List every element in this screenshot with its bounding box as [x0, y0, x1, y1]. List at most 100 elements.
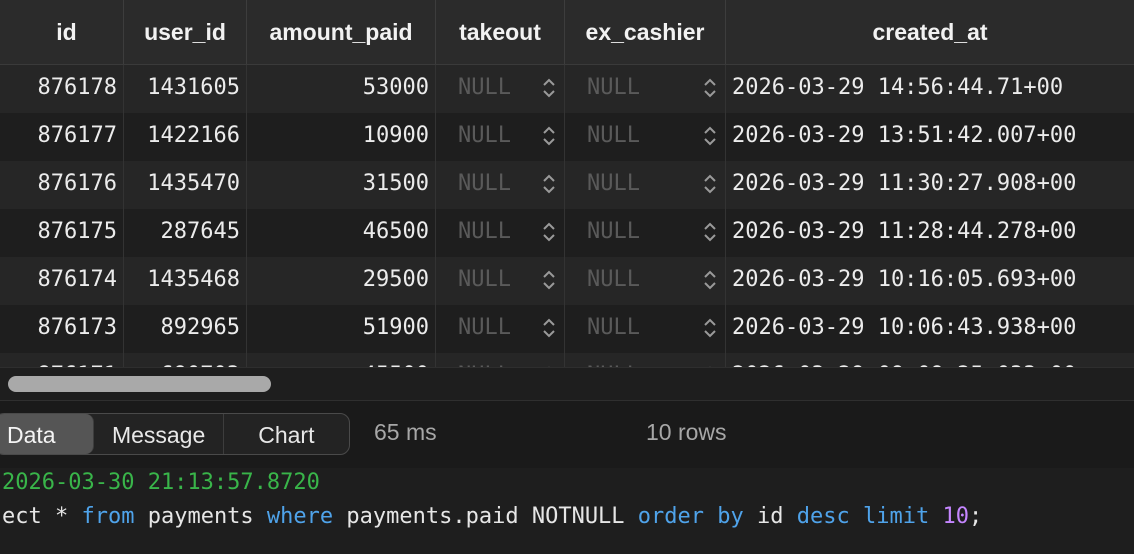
- updown-chevron-icon[interactable]: [542, 221, 556, 243]
- null-value: NULL: [587, 315, 640, 340]
- cell-ex-cashier[interactable]: NULL: [565, 209, 726, 257]
- sql-keyword: by: [717, 504, 744, 529]
- cell-ex-cashier[interactable]: NULL: [565, 257, 726, 305]
- result-toolbar: Data Message Chart: [0, 400, 1134, 470]
- null-value: NULL: [458, 267, 511, 292]
- updown-chevron-icon[interactable]: [542, 125, 556, 147]
- log-query: ect * from payments where payments.paid …: [2, 504, 982, 529]
- cell-user-id[interactable]: 287645: [124, 209, 247, 257]
- table-row[interactable]: 876177 1422166 10900 NULL NULL 2026-03-29 13:…: [0, 113, 1134, 161]
- cell-ex-cashier[interactable]: NULL: [565, 305, 726, 353]
- cell-id[interactable]: 876177: [0, 113, 124, 161]
- column-header-takeout[interactable]: takeout: [436, 0, 565, 64]
- cell-created-at[interactable]: 2026-03-29 10:16:05.693+00: [726, 257, 1134, 305]
- results-grid: id user_id amount_paid takeout ex_cashie…: [0, 0, 1134, 400]
- null-value: NULL: [458, 171, 511, 196]
- query-log: 2026-03-30 21:13:57.8720 ect * from paym…: [0, 468, 1134, 554]
- null-value: NULL: [458, 219, 511, 244]
- cell-user-id[interactable]: 892965: [124, 305, 247, 353]
- cell-id[interactable]: 876178: [0, 65, 124, 113]
- cell-created-at[interactable]: 2026-03-29 14:56:44.71+00: [726, 65, 1134, 113]
- updown-chevron-icon[interactable]: [703, 221, 717, 243]
- cell-ex-cashier[interactable]: NULL: [565, 65, 726, 113]
- cell-id[interactable]: 876175: [0, 209, 124, 257]
- horizontal-scrollbar[interactable]: [0, 367, 1134, 400]
- sql-text: ;: [968, 504, 983, 529]
- updown-chevron-icon[interactable]: [703, 317, 717, 339]
- cell-id[interactable]: 876176: [0, 161, 124, 209]
- cell-ex-cashier[interactable]: NULL: [565, 113, 726, 161]
- cell-amount-paid[interactable]: 53000: [247, 65, 436, 113]
- tab-chart[interactable]: Chart: [224, 414, 349, 454]
- cell-created-at[interactable]: 2026-03-29 10:06:43.938+00: [726, 305, 1134, 353]
- table-row[interactable]: 876178 1431605 53000 NULL NULL 2026-03-29 14:…: [0, 65, 1134, 113]
- column-header-user-id[interactable]: user_id: [124, 0, 247, 64]
- cell-user-id[interactable]: 1435468: [124, 257, 247, 305]
- updown-chevron-icon[interactable]: [542, 317, 556, 339]
- grid-header: id user_id amount_paid takeout ex_cashie…: [0, 0, 1134, 65]
- cell-user-id[interactable]: 1422166: [124, 113, 247, 161]
- tab-message[interactable]: Message: [94, 414, 224, 454]
- column-header-created-at[interactable]: created_at: [726, 0, 1134, 64]
- updown-chevron-icon[interactable]: [542, 173, 556, 195]
- cell-amount-paid[interactable]: 46500: [247, 209, 436, 257]
- sql-text: payments: [134, 504, 267, 529]
- sql-text: id: [743, 504, 797, 529]
- sql-text: payments.paid NOTNULL: [333, 504, 638, 529]
- table-row[interactable]: 876174 1435468 29500 NULL NULL 2026-03-29 10:…: [0, 257, 1134, 305]
- updown-chevron-icon[interactable]: [703, 125, 717, 147]
- sql-keyword: where: [266, 504, 334, 529]
- null-value: NULL: [587, 219, 640, 244]
- cell-id[interactable]: 876173: [0, 305, 124, 353]
- cell-created-at[interactable]: 2026-03-29 13:51:42.007+00: [726, 113, 1134, 161]
- cell-takeout[interactable]: NULL: [436, 305, 565, 353]
- null-value: NULL: [458, 315, 511, 340]
- row-count: 10 rows: [646, 419, 727, 445]
- column-header-ex-cashier[interactable]: ex_cashier: [565, 0, 726, 64]
- updown-chevron-icon[interactable]: [703, 269, 717, 291]
- query-duration: 65 ms: [374, 419, 437, 445]
- null-value: NULL: [587, 267, 640, 292]
- sql-keyword: order: [637, 504, 705, 529]
- sql-text: ect: [2, 504, 55, 529]
- cell-id[interactable]: 876174: [0, 257, 124, 305]
- cell-amount-paid[interactable]: 29500: [247, 257, 436, 305]
- cell-created-at[interactable]: 2026-03-29 11:28:44.278+00: [726, 209, 1134, 257]
- table-row[interactable]: 876176 1435470 31500 NULL NULL 2026-03-29 11:…: [0, 161, 1134, 209]
- cell-amount-paid[interactable]: 10900: [247, 113, 436, 161]
- sql-keyword: from: [81, 504, 135, 529]
- column-header-amount-paid[interactable]: amount_paid: [247, 0, 436, 64]
- table-row[interactable]: 876173 892965 51900 NULL NULL 2026-03-29 10:0…: [0, 305, 1134, 353]
- cell-created-at[interactable]: 2026-03-29 11:30:27.908+00: [726, 161, 1134, 209]
- null-value: NULL: [458, 123, 511, 148]
- cell-takeout[interactable]: NULL: [436, 209, 565, 257]
- updown-chevron-icon[interactable]: [703, 77, 717, 99]
- cell-takeout[interactable]: NULL: [436, 257, 565, 305]
- null-value: NULL: [587, 123, 640, 148]
- cell-takeout[interactable]: NULL: [436, 161, 565, 209]
- cell-amount-paid[interactable]: 51900: [247, 305, 436, 353]
- result-view-switcher: Data Message Chart: [0, 413, 350, 455]
- grid-body: 876178 1431605 53000 NULL NULL 2026-03-29 14:…: [0, 65, 1134, 400]
- column-header-id[interactable]: id: [0, 0, 124, 64]
- updown-chevron-icon[interactable]: [703, 173, 717, 195]
- cell-user-id[interactable]: 1435470: [124, 161, 247, 209]
- tab-data[interactable]: Data: [0, 414, 95, 454]
- null-value: NULL: [458, 75, 511, 100]
- cell-ex-cashier[interactable]: NULL: [565, 161, 726, 209]
- cell-takeout[interactable]: NULL: [436, 65, 565, 113]
- updown-chevron-icon[interactable]: [542, 77, 556, 99]
- null-value: NULL: [587, 171, 640, 196]
- sql-keyword: limit: [863, 504, 930, 529]
- horizontal-scrollbar-thumb[interactable]: [8, 376, 271, 392]
- log-timestamp: 2026-03-30 21:13:57.8720: [2, 470, 320, 495]
- sql-text: *: [54, 504, 82, 529]
- cell-amount-paid[interactable]: 31500: [247, 161, 436, 209]
- cell-user-id[interactable]: 1431605: [124, 65, 247, 113]
- cell-takeout[interactable]: NULL: [436, 113, 565, 161]
- table-row[interactable]: 876175 287645 46500 NULL NULL 2026-03-29 11:2…: [0, 209, 1134, 257]
- updown-chevron-icon[interactable]: [542, 269, 556, 291]
